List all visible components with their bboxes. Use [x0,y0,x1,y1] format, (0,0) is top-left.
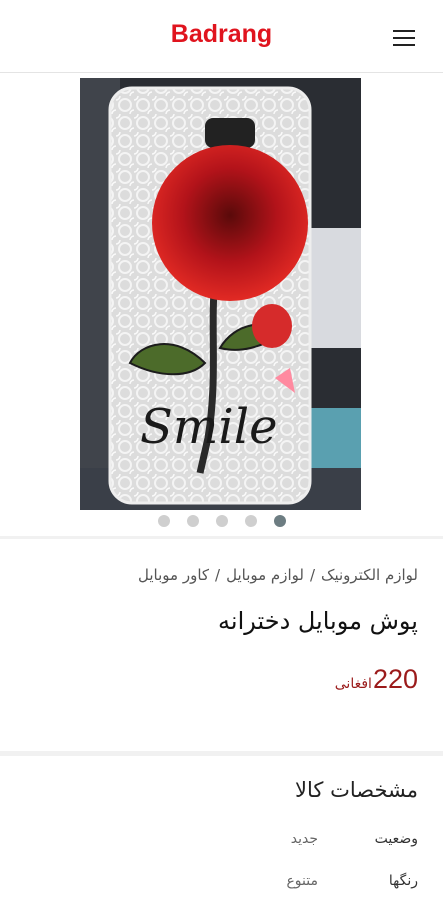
slider-dot[interactable] [186,515,199,527]
product-price: 220 افغانی [335,664,418,695]
spec-row: وضعیت جدید [248,831,418,847]
specs-title: مشخصات کالا [295,778,418,802]
product-image[interactable]: Smile [80,78,361,510]
slider-dot[interactable] [244,515,257,527]
slider-dot[interactable] [157,515,170,527]
product-title: پوش موبایل دخترانه [218,607,418,635]
price-currency: افغانی [334,676,372,692]
breadcrumb: لوازم الکترونیک / لوازم موبایل / کاور مو… [138,566,418,584]
breadcrumb-item[interactable]: کاور موبایل [138,566,209,584]
top-bar: Badrang [0,0,443,73]
breadcrumb-separator: / [215,566,221,584]
breadcrumb-item[interactable]: لوازم موبایل [226,566,304,584]
spec-row: رنگها متنوع [248,873,418,889]
product-info: لوازم الکترونیک / لوازم موبایل / کاور مو… [0,539,443,751]
product-gallery[interactable]: Smile [0,73,443,536]
product-specs: مشخصات کالا وضعیت جدید رنگها متنوع [0,756,443,900]
slider-dots [0,515,443,527]
spec-value: متنوع [286,873,318,889]
hamburger-menu-icon[interactable] [393,30,415,48]
breadcrumb-item[interactable]: لوازم الکترونیک [321,566,418,584]
price-amount: 220 [372,664,418,694]
brand-logo[interactable]: Badrang [0,20,443,49]
breadcrumb-separator: / [309,566,316,584]
spec-label: رنگها [388,873,418,889]
slider-dot-active[interactable] [273,515,286,527]
spec-label: وضعیت [374,831,418,847]
svg-text:Smile: Smile [140,399,278,455]
spec-value: جدید [290,831,318,847]
slider-dot[interactable] [215,515,228,527]
